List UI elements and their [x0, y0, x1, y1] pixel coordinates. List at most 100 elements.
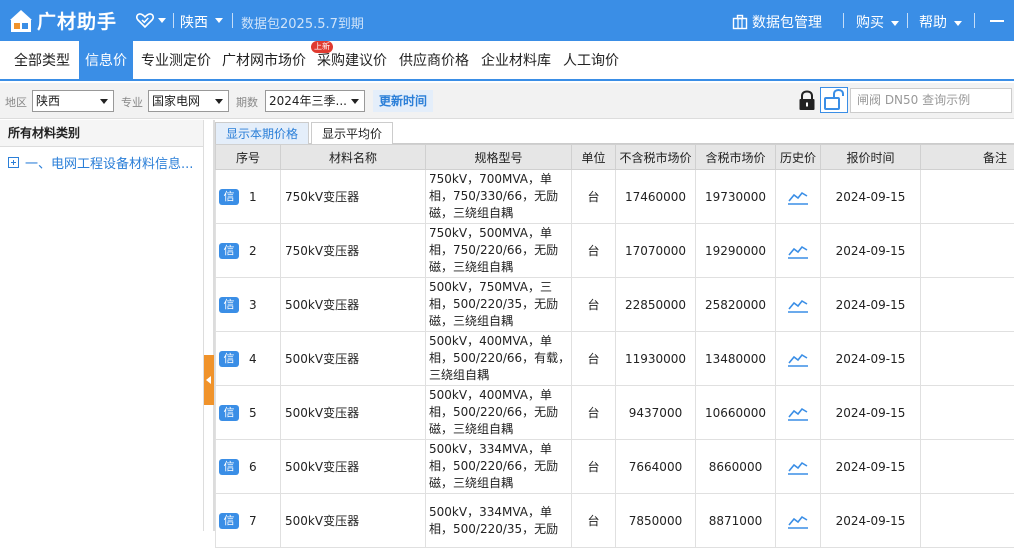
table-row[interactable]: 信2750kV变压器750kV，500MVA，单相，750/220/66，无励磁…: [216, 224, 1014, 278]
chevron-down-icon: [351, 99, 359, 104]
table-row[interactable]: 信7500kV变压器500kV，334MVA，单相，500/220/35，无励台…: [216, 494, 1014, 548]
history-cell: [776, 278, 821, 332]
table-row[interactable]: 信3500kV变压器500kV，750MVA，三相，500/220/35，无励磁…: [216, 278, 1014, 332]
region-chevron-icon[interactable]: [215, 18, 223, 23]
trend-chart-icon[interactable]: [787, 243, 809, 259]
nav-info-price[interactable]: 信息价: [79, 41, 133, 79]
material-name: 500kV变压器: [281, 440, 426, 494]
title-bar: 广材助手 陕西 数据包2025.5.7到期 数据包管理 购买 帮助: [0, 0, 1014, 41]
info-price-badge: 信: [219, 189, 239, 205]
sidebar-header: 所有材料类别: [0, 120, 203, 147]
nav-supplier-price[interactable]: 供应商价格: [393, 41, 475, 79]
taxed-price: 25820000: [696, 278, 776, 332]
briefcase-icon: [732, 14, 748, 30]
search-input[interactable]: 闸阀 DN50 查询示例: [850, 88, 1012, 113]
col-header-quote-date[interactable]: 报价时间: [821, 145, 921, 170]
trend-chart-icon[interactable]: [787, 513, 809, 529]
unit: 台: [572, 170, 616, 224]
quote-date: 2024-09-15: [821, 278, 921, 332]
lock-icon[interactable]: [798, 90, 816, 115]
table-row[interactable]: 信5500kV变压器500kV，400MVA，单相，500/220/66，无励磁…: [216, 386, 1014, 440]
quote-date: 2024-09-15: [821, 332, 921, 386]
minimize-icon[interactable]: [990, 20, 1004, 22]
help-menu[interactable]: 帮助: [919, 12, 962, 32]
divider: [232, 13, 233, 28]
collapse-sidebar-handle[interactable]: [204, 355, 214, 405]
table-row[interactable]: 信4500kV变压器500kV，400MVA，单相，500/220/66，有载，…: [216, 332, 1014, 386]
col-header-note[interactable]: 备注: [921, 145, 1014, 170]
quote-date: 2024-09-15: [821, 440, 921, 494]
category-nav: 全部类型 信息价 专业测定价 广材网市场价 采购建议价 供应商价格 企业材料库 …: [0, 41, 1014, 81]
unit: 台: [572, 278, 616, 332]
expand-icon[interactable]: [8, 157, 19, 168]
info-price-badge: 信: [219, 243, 239, 259]
trend-chart-icon[interactable]: [787, 459, 809, 475]
data-package-expiry: 数据包2025.5.7到期: [241, 13, 364, 32]
trend-chart-icon[interactable]: [787, 405, 809, 421]
col-header-history[interactable]: 历史价: [776, 145, 821, 170]
nav-all-types[interactable]: 全部类型: [8, 41, 76, 79]
trend-chart-icon[interactable]: [787, 189, 809, 205]
spec-model: 500kV，334MVA，单相，500/220/35，无励: [426, 494, 572, 548]
nav-manual-inquiry[interactable]: 人工询价: [557, 41, 625, 79]
trend-chart-icon[interactable]: [787, 351, 809, 367]
note: [921, 224, 1014, 278]
col-header-pretax-price[interactable]: 不含税市场价: [616, 145, 696, 170]
unlock-icon[interactable]: [820, 87, 848, 113]
note: [921, 494, 1014, 548]
pretax-price: 7850000: [616, 494, 696, 548]
sidebar-item-grid-equipment[interactable]: 一、电网工程设备材料信息...: [8, 153, 193, 172]
taxed-price: 19290000: [696, 224, 776, 278]
favorite-heart-icon[interactable]: [136, 11, 154, 29]
update-time-button[interactable]: 更新时间: [373, 90, 433, 112]
unit: 台: [572, 494, 616, 548]
favorite-dropdown-chevron-icon[interactable]: [158, 18, 166, 23]
region-select[interactable]: 陕西: [32, 90, 114, 112]
divider: [974, 13, 975, 28]
info-price-badge: 信: [219, 297, 239, 313]
help-chevron-icon: [954, 21, 962, 26]
note: [921, 332, 1014, 386]
history-cell: [776, 440, 821, 494]
taxed-price: 8660000: [696, 440, 776, 494]
history-cell: [776, 332, 821, 386]
table-row[interactable]: 信1750kV变压器750kV，700MVA，单相，750/330/66，无励磁…: [216, 170, 1014, 224]
row-index-cell: 信3: [216, 278, 281, 332]
trend-chart-icon[interactable]: [787, 297, 809, 313]
row-index: 7: [249, 514, 257, 528]
material-name: 500kV变压器: [281, 386, 426, 440]
divider: [907, 13, 908, 28]
period-select[interactable]: 2024年三季...: [265, 90, 365, 112]
note: [921, 278, 1014, 332]
row-index: 2: [249, 244, 257, 258]
quote-date: 2024-09-15: [821, 224, 921, 278]
nav-market-price[interactable]: 广材网市场价: [216, 41, 312, 79]
tab-current-price[interactable]: 显示本期价格: [215, 122, 309, 144]
spec-model: 750kV，500MVA，单相，750/220/66，无励磁，三绕组自耦: [426, 224, 572, 278]
app-name: 广材助手: [37, 7, 117, 34]
nav-enterprise-library[interactable]: 企业材料库: [475, 41, 557, 79]
material-name: 750kV变压器: [281, 224, 426, 278]
nav-professional-price[interactable]: 专业测定价: [135, 41, 217, 79]
row-index-cell: 信6: [216, 440, 281, 494]
col-header-unit[interactable]: 单位: [572, 145, 616, 170]
price-table: 序号 材料名称 规格型号 单位 不含税市场价 含税市场价 历史价 报价时间 备注…: [215, 144, 1014, 548]
row-index-cell: 信2: [216, 224, 281, 278]
tab-average-price[interactable]: 显示平均价: [311, 122, 393, 144]
region-selector[interactable]: 陕西: [180, 12, 208, 32]
table-row[interactable]: 信6500kV变压器500kV，334MVA，单相，500/220/66，无励磁…: [216, 440, 1014, 494]
col-header-index[interactable]: 序号: [216, 145, 281, 170]
specialty-select-value: 国家电网: [152, 94, 200, 108]
specialty-select[interactable]: 国家电网: [148, 90, 229, 112]
col-header-taxed-price[interactable]: 含税市场价: [696, 145, 776, 170]
col-header-spec[interactable]: 规格型号: [426, 145, 572, 170]
sidebar-item-label: 一、电网工程设备材料信息...: [25, 153, 193, 172]
row-index-cell: 信7: [216, 494, 281, 548]
quote-date: 2024-09-15: [821, 494, 921, 548]
col-header-name[interactable]: 材料名称: [281, 145, 426, 170]
buy-menu[interactable]: 购买: [856, 12, 899, 32]
taxed-price: 10660000: [696, 386, 776, 440]
note: [921, 170, 1014, 224]
data-package-management-button[interactable]: 数据包管理: [732, 12, 822, 32]
specialty-label: 专业: [121, 94, 143, 110]
